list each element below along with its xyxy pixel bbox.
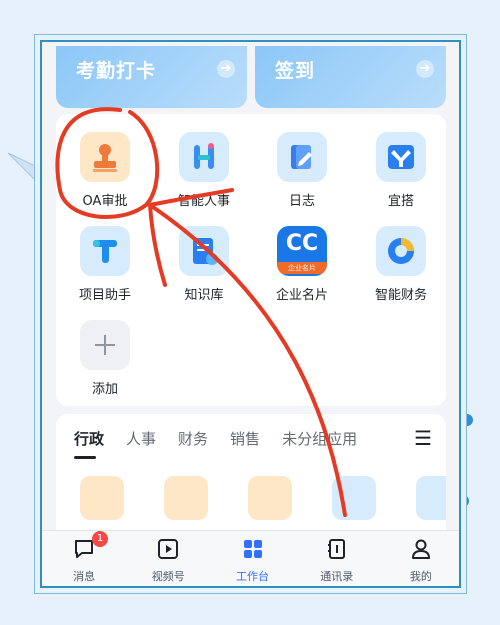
arrow-right-icon: ➔ — [416, 60, 434, 78]
app-label: 智能财务 — [374, 288, 427, 303]
nav-video[interactable]: 视频号 — [126, 531, 210, 586]
app-log[interactable]: 日志 — [257, 132, 347, 209]
category-tabs: 行政 人事 财务 销售 未分组应用 — [74, 428, 379, 459]
app-knowledge-base[interactable]: 知识库 — [159, 226, 249, 303]
app-label: 日志 — [288, 194, 315, 209]
smart-finance-icon — [376, 226, 426, 276]
nav-messages[interactable]: 1 消息 — [42, 531, 126, 586]
gift-icon[interactable] — [416, 476, 446, 520]
knowledge-base-icon — [179, 226, 229, 276]
arrow-right-icon: ➔ — [217, 60, 235, 78]
app-label: 宜搭 — [387, 194, 414, 209]
tab-ungrouped[interactable]: 未分组应用 — [282, 428, 357, 449]
app-grid: OA审批 智能人事 日志 宜搭 项目助手 知识库 CC 企业名片 企业名片 智能… — [56, 114, 446, 406]
video-icon — [158, 539, 179, 559]
app-label: 企业名片 — [275, 288, 328, 303]
app-add[interactable]: 添加 — [60, 320, 150, 397]
business-card-icon: CC 企业名片 — [277, 226, 327, 276]
app-label: 项目助手 — [78, 288, 131, 303]
sign-in-card[interactable]: 签到 ➔ — [255, 46, 446, 108]
app-label: 智能人事 — [177, 194, 230, 209]
oa-approval-icon — [80, 132, 130, 182]
megaphone-icon[interactable] — [248, 476, 292, 520]
smart-hr-icon — [179, 132, 229, 182]
nav-label: 我的 — [409, 570, 432, 583]
menu-icon[interactable]: ☰ — [414, 426, 432, 450]
tab-admin[interactable]: 行政 — [74, 428, 104, 459]
nav-label: 通讯录 — [320, 570, 354, 583]
unread-badge: 1 — [92, 531, 108, 547]
nav-label: 工作台 — [236, 570, 269, 583]
add-icon — [80, 320, 130, 370]
profile-icon — [411, 539, 430, 559]
nav-label: 消息 — [73, 570, 96, 583]
oa-approval-icon[interactable] — [80, 476, 124, 520]
business-card-icon-text: CC — [285, 231, 319, 256]
bottom-nav: 1 消息 视频号 工作台 通讯录 我的 — [42, 530, 459, 586]
nav-profile[interactable]: 我的 — [379, 531, 459, 586]
app-smart-hr[interactable]: 智能人事 — [159, 132, 249, 209]
app-smart-finance[interactable]: 智能财务 — [356, 226, 446, 303]
log-icon — [277, 132, 327, 182]
business-card-icon-subtext: 企业名片 — [277, 262, 327, 274]
app-label: 添加 — [91, 382, 118, 397]
contacts-icon — [327, 539, 345, 559]
app-project-assistant[interactable]: 项目助手 — [60, 226, 150, 303]
nav-contacts[interactable]: 通讯录 — [295, 531, 379, 586]
project-assistant-icon — [80, 226, 130, 276]
checkin-card[interactable]: 考勤打卡 ➔ — [56, 46, 247, 108]
phone-screen: 考勤打卡 ➔ 签到 ➔ OA审批 智能人事 日志 宜搭 项目助手 知识库 CC … — [40, 40, 461, 588]
category-app-row — [80, 476, 446, 520]
app-yida[interactable]: 宜搭 — [356, 132, 446, 209]
app-business-card[interactable]: CC 企业名片 企业名片 — [257, 226, 347, 303]
app-oa-approval[interactable]: OA审批 — [60, 132, 150, 209]
workbench-icon — [243, 540, 262, 558]
contact-card-icon[interactable] — [332, 476, 376, 520]
tab-hr[interactable]: 人事 — [126, 428, 156, 449]
nav-label: 视频号 — [151, 570, 185, 583]
yida-icon — [376, 132, 426, 182]
checkin-label: 考勤打卡 — [76, 60, 157, 82]
tab-finance[interactable]: 财务 — [178, 428, 208, 449]
sign-in-label: 签到 — [275, 60, 316, 82]
nav-workbench[interactable]: 工作台 — [210, 531, 294, 586]
tab-sales[interactable]: 销售 — [230, 428, 260, 449]
app-label: OA审批 — [82, 194, 128, 209]
app-label: 知识库 — [184, 288, 224, 303]
clock-cards: 考勤打卡 ➔ 签到 ➔ — [56, 46, 446, 108]
app-category-section: 行政 人事 财务 销售 未分组应用 ☰ — [56, 414, 446, 534]
car-icon[interactable] — [164, 476, 208, 520]
